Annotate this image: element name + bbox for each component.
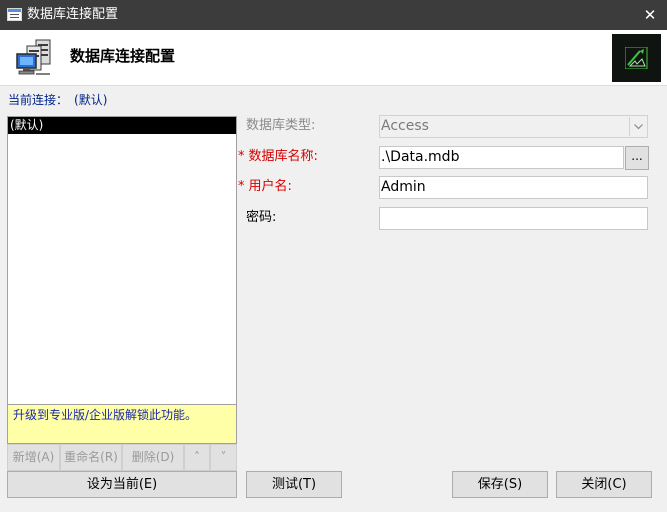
app-logo-icon xyxy=(612,34,661,82)
username-label: * 用户名: xyxy=(238,179,292,194)
current-connection: 当前连接： (默认) xyxy=(8,93,113,107)
password-label: 密码: xyxy=(246,210,277,225)
db-type-select[interactable]: Access xyxy=(379,115,648,138)
browse-button[interactable]: ... xyxy=(625,146,649,170)
db-name-value: .\Data.mdb xyxy=(381,149,460,165)
db-name-field[interactable]: .\Data.mdb xyxy=(379,146,624,169)
set-current-button[interactable]: 设为当前(E) xyxy=(7,471,237,498)
add-connection-button[interactable]: 新增(A) xyxy=(7,444,60,471)
move-down-button[interactable]: ˅ xyxy=(210,444,237,471)
upgrade-notice: 升级到专业版/企业版解锁此功能。 xyxy=(7,405,237,444)
username-value: Admin xyxy=(381,179,426,195)
delete-connection-button[interactable]: 删除(D) xyxy=(122,444,184,471)
required-mark: * xyxy=(238,149,245,164)
rename-connection-button[interactable]: 重命名(R) xyxy=(60,444,122,471)
db-name-label: * 数据库名称: xyxy=(238,149,318,164)
test-button[interactable]: 测试(T) xyxy=(246,471,342,498)
window-titlebar: 数据库连接配置 ✕ xyxy=(0,0,667,30)
list-item[interactable]: (默认) xyxy=(8,117,236,134)
db-type-value: Access xyxy=(381,118,429,134)
list-button-bar: 新增(A) 重命名(R) 删除(D) ˄ ˅ xyxy=(7,444,237,471)
required-mark: * xyxy=(238,179,245,194)
save-button[interactable]: 保存(S) xyxy=(452,471,548,498)
connection-list[interactable]: (默认) xyxy=(7,116,237,405)
dialog-header: 数据库连接配置 xyxy=(0,30,667,86)
username-field[interactable]: Admin xyxy=(379,176,648,199)
move-up-button[interactable]: ˄ xyxy=(184,444,210,471)
window-close-button[interactable]: ✕ xyxy=(633,0,667,30)
database-servers-icon xyxy=(14,38,56,78)
db-window-icon xyxy=(7,8,22,21)
current-connection-value: (默认) xyxy=(74,93,108,107)
db-type-label: 数据库类型: xyxy=(246,118,316,133)
page-title: 数据库连接配置 xyxy=(70,47,176,65)
password-field[interactable] xyxy=(379,207,648,230)
window-title: 数据库连接配置 xyxy=(27,7,119,22)
close-button[interactable]: 关闭(C) xyxy=(556,471,652,498)
current-connection-label: 当前连接： xyxy=(8,93,69,107)
chevron-down-icon[interactable] xyxy=(629,117,646,136)
